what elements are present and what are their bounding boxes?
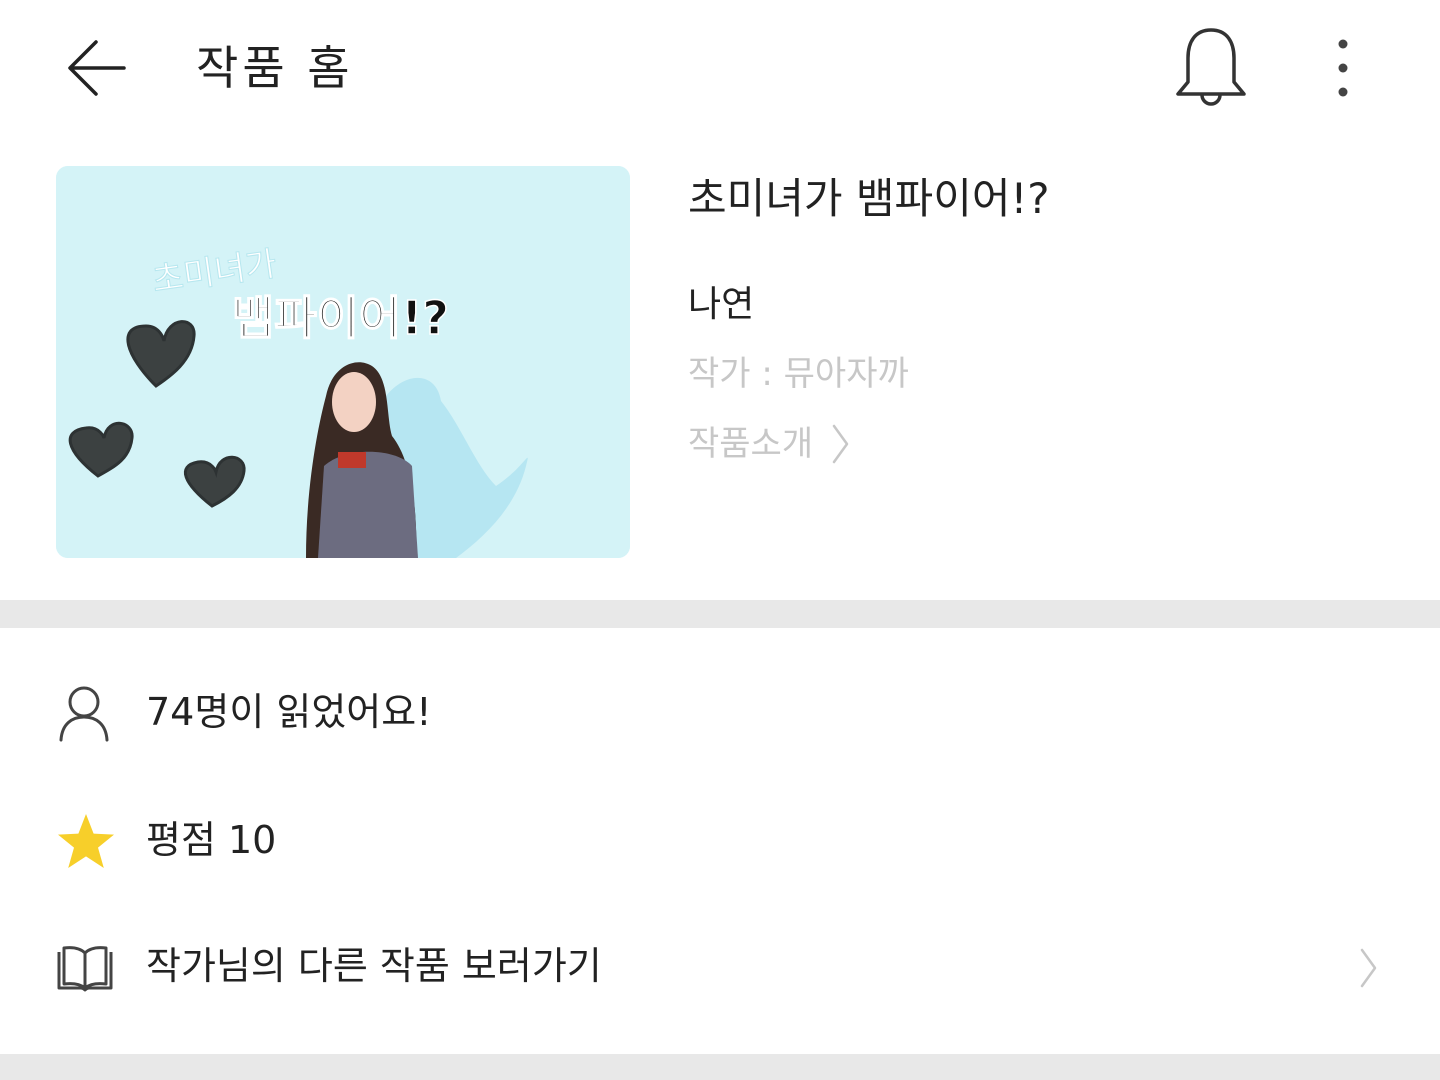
chevron-right-icon [832, 424, 849, 464]
back-button[interactable] [58, 30, 134, 106]
notification-button[interactable] [1168, 24, 1254, 114]
author-label[interactable]: 작가 : 뮤아자까 [688, 350, 909, 398]
work-intro-link[interactable]: 작품소개 [688, 418, 851, 470]
bottom-divider [0, 1054, 1440, 1080]
app-header: 작품 홈 [0, 0, 1440, 135]
cover-title-main: 뱀파이어!? [232, 291, 449, 345]
person-icon [59, 686, 109, 742]
arrow-left-icon [68, 40, 126, 96]
star-icon [58, 814, 114, 868]
more-options-button[interactable] [1318, 32, 1368, 106]
book-icon [57, 946, 113, 992]
work-intro-label: 작품소개 [688, 424, 814, 464]
rating-value: 평점 10 [146, 818, 277, 862]
readers-row: 74명이 읽었어요! [0, 658, 1440, 768]
work-subtitle: 나연 [688, 284, 755, 325]
chevron-right-icon [1360, 948, 1377, 988]
page-title: 작품 홈 [196, 41, 354, 95]
cover-image[interactable]: 초미녀가 뱀파이어!? [56, 166, 630, 558]
bell-icon [1176, 28, 1246, 106]
rating-row: 평점 10 [0, 786, 1440, 896]
other-works-row[interactable]: 작가님의 다른 작품 보러가기 [0, 912, 1440, 1022]
more-vertical-icon [1338, 39, 1348, 97]
section-divider [0, 600, 1440, 628]
work-title: 초미녀가 뱀파이어!? [688, 174, 1050, 223]
other-works-label: 작가님의 다른 작품 보러가기 [146, 944, 602, 988]
readers-count: 74명이 읽었어요! [146, 690, 432, 734]
